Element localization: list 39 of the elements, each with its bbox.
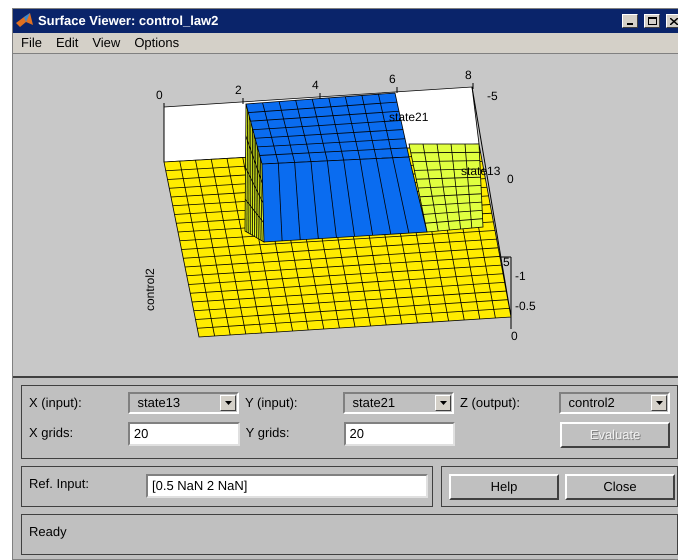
close-button[interactable]: Close (565, 474, 675, 500)
close-icon[interactable] (666, 14, 678, 28)
axis-tick-label: 4 (312, 78, 319, 92)
field-label: Ref. Input: (29, 475, 90, 493)
axis-tick-label: 0 (507, 172, 514, 186)
maximize-icon[interactable] (644, 14, 660, 28)
axis-tick-label: -0.5 (515, 299, 536, 313)
field-label: Y grids: (244, 424, 291, 442)
field-label: Z (output): (459, 394, 521, 412)
axis-tick-label: 0 (156, 88, 163, 102)
window-title: Surface Viewer: control_law2 (38, 12, 218, 30)
input-field[interactable]: [0.5 NaN 2 NaN] (146, 474, 428, 498)
app-logo-icon (16, 13, 34, 29)
input-field[interactable]: 20 (344, 422, 456, 446)
menu-item[interactable]: File (21, 33, 42, 53)
caret-icon (220, 395, 236, 411)
dropdown[interactable]: state21 (342, 392, 454, 414)
input-field[interactable]: 20 (128, 422, 240, 446)
axis-label: control2 (143, 268, 157, 311)
axis-tick-label: 5 (503, 255, 510, 269)
menu-item[interactable]: Edit (56, 33, 78, 53)
axis-tick-label: 0 (511, 329, 518, 343)
axis-tick-label: -5 (487, 89, 498, 103)
status-text: Ready (29, 524, 67, 539)
axis-tick-label: 8 (465, 68, 472, 82)
field-label: X (input): (29, 394, 83, 412)
axis-tick-label: 2 (235, 83, 242, 97)
help-button[interactable]: Help (449, 474, 559, 500)
axis-tick-label: -1 (515, 269, 526, 283)
caret-icon (435, 395, 451, 411)
dropdown[interactable]: state13 (128, 392, 239, 414)
caret-icon (651, 395, 667, 411)
axis-tick-label: 6 (389, 72, 396, 86)
field-label: X grids: (29, 424, 74, 442)
menu-item[interactable]: Options (134, 33, 180, 53)
menu-item[interactable]: View (92, 33, 120, 53)
dropdown[interactable]: control2 (558, 392, 670, 414)
minimize-icon[interactable] (622, 14, 638, 28)
field-label: Y (input): (244, 394, 299, 412)
